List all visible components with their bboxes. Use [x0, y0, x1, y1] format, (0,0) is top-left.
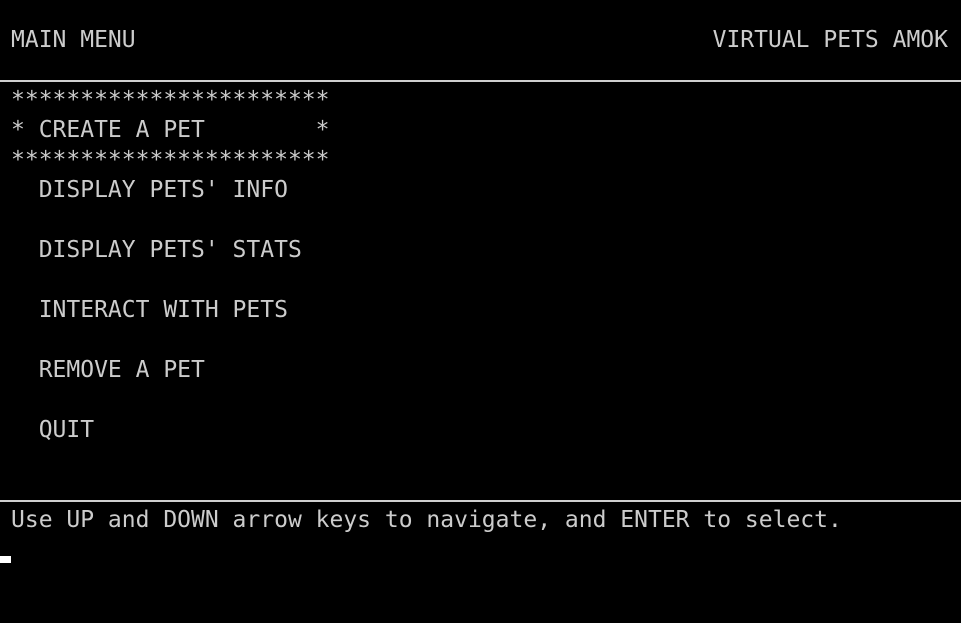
header-divider	[0, 80, 961, 82]
selection-border-top: ***********************	[11, 87, 330, 113]
menu-item-quit[interactable]: QUIT	[11, 415, 94, 445]
footer-divider	[0, 500, 961, 502]
menu-item-create-a-pet[interactable]: * CREATE A PET *	[11, 115, 330, 145]
menu-item-interact-with-pets[interactable]: INTERACT WITH PETS	[11, 295, 288, 325]
instructions-text: Use UP and DOWN arrow keys to navigate, …	[11, 507, 842, 533]
menu-item-display-pets-stats[interactable]: DISPLAY PETS' STATS	[11, 235, 302, 265]
selection-border-bottom: ***********************	[11, 147, 330, 173]
text-cursor	[0, 556, 11, 563]
page-title: MAIN MENU	[11, 27, 136, 53]
app-title: VIRTUAL PETS AMOK	[712, 27, 948, 53]
menu-item-remove-a-pet[interactable]: REMOVE A PET	[11, 355, 205, 385]
menu-item-display-pets-info[interactable]: DISPLAY PETS' INFO	[11, 175, 288, 205]
